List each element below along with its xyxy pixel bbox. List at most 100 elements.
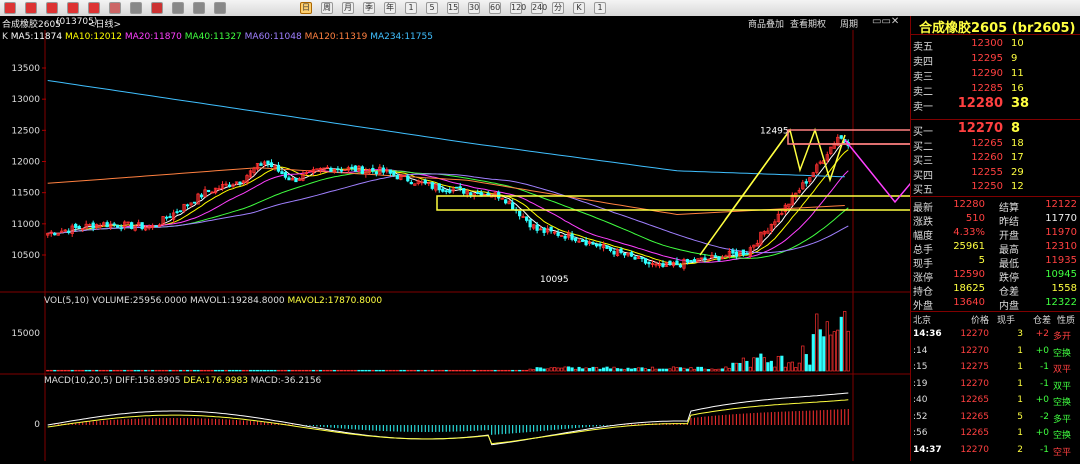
zoom-icon[interactable] (214, 2, 226, 14)
tools-icon[interactable] (130, 2, 142, 14)
tick-time: 14:37 (913, 444, 942, 455)
tick-row[interactable]: :56 12265 1 +0 空换 (911, 428, 1080, 443)
candle-body (178, 210, 183, 213)
period-button-3[interactable]: 季 (363, 2, 375, 14)
volume-bar (462, 369, 466, 372)
volume-bar (98, 369, 102, 372)
tick-row[interactable]: :15 12275 1 -1 双平 (911, 362, 1080, 377)
volume-bar (504, 369, 508, 372)
options-button[interactable]: 查看期权 (790, 17, 826, 30)
kline-chart[interactable]: 13500 13000 12500 12000 11500 11000 10500 15000… (0, 30, 1021, 461)
volume-bar (154, 369, 158, 372)
tick-volume: 1 (1017, 395, 1023, 405)
refresh-icon[interactable] (67, 2, 79, 14)
volume-bar (224, 369, 228, 372)
volume-bar (151, 369, 155, 372)
period-button-0[interactable]: 日 (300, 2, 312, 14)
period-button-14[interactable]: 1 (594, 2, 606, 14)
volume-bar (140, 369, 144, 372)
candle-body (164, 216, 169, 219)
volume-bar (654, 368, 658, 372)
back-icon[interactable] (4, 2, 16, 14)
overlay-button[interactable]: 商品叠加 (748, 17, 784, 30)
candle-body (140, 222, 144, 230)
filter-icon[interactable] (151, 2, 163, 14)
candle-body (839, 135, 843, 139)
period-button-7[interactable]: 15 (447, 2, 459, 14)
candle-body (336, 168, 340, 171)
ask-row[interactable]: 卖三 12290 11 (911, 68, 1080, 83)
chart-icon[interactable] (172, 2, 184, 14)
ask-row[interactable]: 卖四 12295 9 (911, 53, 1080, 68)
chart-area[interactable]: 13500 13000 12500 12000 11500 11000 10500 15000… (0, 30, 1021, 461)
bid-row[interactable]: 买三 12260 17 (911, 152, 1080, 167)
period-button-12[interactable]: 分 (552, 2, 564, 14)
period-button-4[interactable]: 年 (384, 2, 396, 14)
period-button-1[interactable]: 周 (321, 2, 333, 14)
tick-row[interactable]: :40 12265 1 +0 空换 (911, 395, 1080, 410)
tick-price: 12270 (960, 345, 989, 356)
volume-bar (507, 369, 511, 372)
volume-bar (182, 369, 186, 372)
news-icon[interactable] (109, 2, 121, 14)
period-button-9[interactable]: 60 (489, 2, 501, 14)
ma-legend-item: MA20:11870 (124, 32, 185, 42)
tick-row[interactable]: 14:37 12270 2 -1 空平 (911, 445, 1080, 460)
volume-bar (158, 369, 162, 372)
stat-label: 最新 (913, 203, 933, 214)
candle-body (448, 189, 452, 193)
period-button-5[interactable]: 1 (405, 2, 417, 14)
volume-bar (584, 367, 588, 372)
tick-row[interactable]: :14 12270 1 +0 空换 (911, 346, 1080, 361)
stat-label: 跌停 (999, 273, 1019, 284)
window-controls-icon[interactable]: ▭▭✕ (872, 16, 899, 27)
bid-row[interactable]: 买四 12255 29 (911, 167, 1080, 182)
period-button-11[interactable]: 240 (531, 2, 547, 14)
ask-row[interactable]: 卖一 12280 38 (911, 96, 1080, 113)
volume-bar (678, 367, 683, 372)
candle-body (280, 171, 284, 175)
bid-row[interactable]: 买二 12265 18 (911, 138, 1080, 153)
tick-time: :14 (913, 345, 928, 356)
volume-bar (542, 368, 546, 372)
volume-bar (773, 366, 777, 372)
stop-icon[interactable] (46, 2, 58, 14)
home-icon[interactable] (88, 2, 100, 14)
period-button-6[interactable]: 5 (426, 2, 438, 14)
ma-legend-item: MA10:12012 (64, 32, 125, 42)
ask-label: 卖五 (913, 42, 933, 53)
stat-label: 持仓 (913, 287, 933, 298)
volume-bar (210, 369, 214, 372)
drawn-wave-line (699, 127, 846, 256)
volume-bar (53, 369, 57, 372)
volume-bar (710, 368, 714, 372)
ask-row[interactable]: 卖五 12300 10 (911, 38, 1080, 53)
candle-body (518, 210, 522, 217)
macd-value: MACD:-36.2156 (250, 376, 322, 386)
volume-bar (713, 369, 717, 372)
tick-row[interactable]: 14:36 12270 3 +2 多开 (911, 329, 1080, 344)
forward-icon[interactable] (25, 2, 37, 14)
candle-body (119, 227, 123, 230)
ask-label: 卖四 (913, 57, 933, 68)
period-button-2[interactable]: 月 (342, 2, 354, 14)
bid-row[interactable]: 买五 12250 12 (911, 181, 1080, 196)
tick-row[interactable]: :52 12265 5 -2 多平 (911, 412, 1080, 427)
volume-bar (829, 334, 833, 372)
draw-icon[interactable] (193, 2, 205, 14)
tick-nature: 空换 (1053, 398, 1072, 408)
cycle-button[interactable]: 周期 (840, 17, 858, 30)
tick-row[interactable]: :19 12270 1 -1 双平 (911, 379, 1080, 394)
candle-body (112, 223, 116, 226)
volume-bar (601, 367, 606, 372)
period-button-8[interactable]: 30 (468, 2, 480, 14)
candle-body (283, 172, 288, 178)
ask-volume: 9 (1011, 53, 1018, 64)
price-tick: 11000 (11, 220, 40, 230)
period-button-13[interactable]: K (573, 2, 585, 14)
ticks-header: 北京 价格 现手 仓差 性质 (911, 313, 1080, 328)
bid-row[interactable]: 买一 12270 8 (911, 121, 1080, 138)
period-button-10[interactable]: 120 (510, 2, 526, 14)
stat-label: 总手 (913, 245, 933, 256)
candle-body (395, 175, 399, 180)
